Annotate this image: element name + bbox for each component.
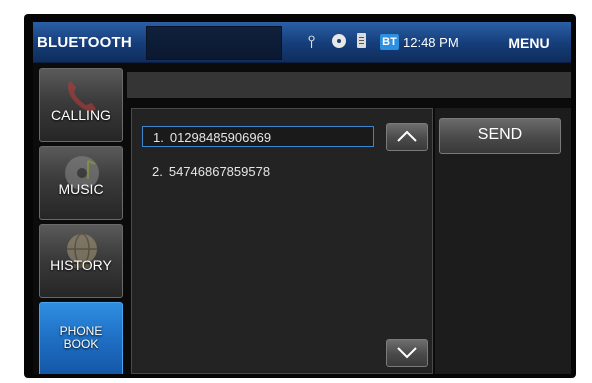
bluetooth-badge: BT [380, 34, 399, 50]
clock: 12:48 PM [403, 35, 459, 50]
entry-index: 2. [152, 164, 163, 179]
sd-card-icon [357, 33, 366, 48]
menu-button[interactable]: MENU [495, 30, 563, 56]
entry-number: 01298485906969 [169, 130, 272, 145]
app-title: BLUETOOTH [37, 34, 132, 51]
sidebar-item-music[interactable]: MUSIC [39, 146, 123, 220]
list-item[interactable]: 2. 54746867859578 [142, 161, 374, 182]
entry-index: 1. [153, 130, 164, 145]
top-bar: BLUETOOTH ⫯ BT 12:48 PM MENU [33, 22, 571, 63]
scroll-up-button[interactable] [386, 123, 428, 151]
sidebar-item-label: PHONE BOOK [59, 324, 103, 351]
list-item[interactable]: 1. 01298485906969 [142, 126, 374, 147]
sidebar-item-phonebook[interactable]: PHONE BOOK [39, 302, 123, 374]
sidebar-item-label: CALLING [51, 107, 111, 123]
scroll-down-button[interactable] [386, 339, 428, 367]
phonebook-list: 1. 01298485906969 2. 54746867859578 [131, 108, 433, 374]
title-display-field [146, 26, 282, 60]
disc-icon [332, 34, 346, 48]
sidebar-item-history[interactable]: HISTORY [39, 224, 123, 298]
usb-icon: ⫯ [308, 32, 316, 51]
entry-number: 54746867859578 [168, 164, 271, 179]
chevron-up-icon [397, 130, 417, 142]
sidebar-item-label: MUSIC [58, 181, 104, 197]
content-header-strip [127, 72, 571, 98]
sidebar-item-label: HISTORY [50, 257, 112, 273]
send-button[interactable]: SEND [439, 118, 561, 154]
head-unit-screen: BLUETOOTH ⫯ BT 12:48 PM MENU CALLING MUS… [33, 22, 571, 374]
chevron-down-icon [397, 347, 417, 359]
sidebar-item-calling[interactable]: CALLING [39, 68, 123, 142]
